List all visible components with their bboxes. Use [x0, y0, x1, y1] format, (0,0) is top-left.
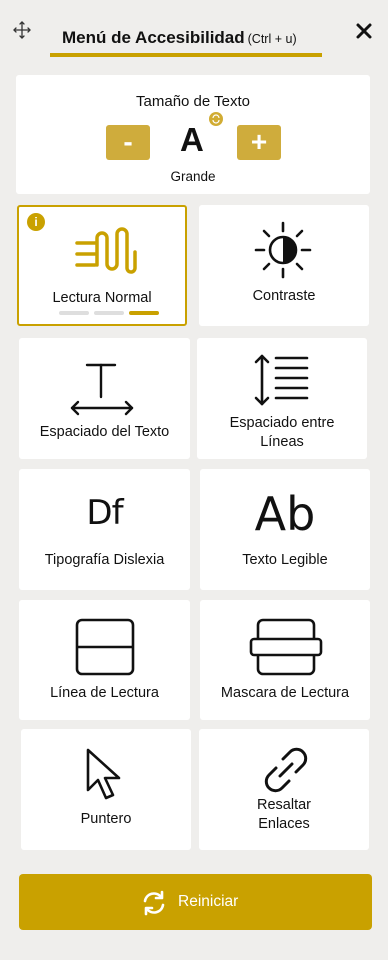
tile-contraste[interactable]: Contraste [199, 205, 369, 326]
line-height-icon [254, 354, 309, 406]
reset-label: Reiniciar [178, 893, 239, 910]
level-indicator-1 [59, 311, 89, 315]
tile-mascara-lectura[interactable]: Mascara de Lectura [200, 600, 370, 720]
title-underline [50, 53, 322, 57]
decrease-text-button[interactable]: - [106, 125, 150, 160]
increase-text-button[interactable]: + [237, 125, 281, 160]
text-size-value: Grande [170, 169, 216, 184]
tile-puntero[interactable]: Puntero [21, 729, 191, 850]
tile-label-line-2: Enlaces [258, 816, 310, 832]
info-icon[interactable]: i [27, 213, 45, 231]
link-icon [264, 747, 308, 793]
tile-espaciado-lineas[interactable]: Espaciado entre Líneas [197, 338, 367, 459]
close-icon[interactable] [354, 21, 374, 41]
text-size-letter: A [180, 121, 204, 158]
reset-button[interactable]: Reiniciar [19, 874, 372, 930]
tile-label: Contraste [252, 288, 316, 304]
tile-label: Línea de Lectura [50, 685, 159, 701]
reset-size-icon[interactable] [209, 112, 223, 126]
tile-linea-lectura[interactable]: Línea de Lectura [19, 600, 190, 720]
contrast-icon [254, 221, 312, 279]
reading-wave-icon [75, 227, 137, 274]
tile-espaciado-texto[interactable]: Espaciado del Texto [19, 338, 190, 459]
tile-tipografia-dislexia[interactable]: Df Tipografía Dislexia [19, 469, 190, 590]
tile-label-line-2: Líneas [260, 434, 304, 450]
level-indicator-3 [129, 311, 159, 315]
cursor-pointer-icon [86, 748, 121, 800]
dyslexia-font-icon: Df [86, 493, 123, 533]
reading-mask-icon [249, 618, 323, 676]
tile-resaltar-enlaces[interactable]: Resaltar Enlaces [199, 729, 369, 850]
text-size-card: Tamaño de Texto - A + Grande [16, 75, 370, 194]
tile-label-line-1: Espaciado entre [229, 415, 335, 431]
text-spacing-icon [70, 363, 134, 416]
menu-title: Menú de Accesibilidad (Ctrl + u) [62, 28, 297, 47]
refresh-icon [143, 890, 165, 916]
tile-label-line-1: Resaltar [257, 797, 311, 813]
legible-font-icon: Ab [254, 487, 316, 541]
shortcut-hint: (Ctrl + u) [247, 32, 297, 46]
reading-line-icon [75, 618, 135, 676]
tile-lectura-normal[interactable]: i Lectura Normal [17, 205, 187, 326]
move-arrows-icon[interactable] [12, 20, 32, 40]
tile-label: Espaciado del Texto [39, 424, 170, 440]
tile-label: Tipografía Dislexia [44, 552, 165, 568]
level-indicator-2 [94, 311, 124, 315]
tile-label: Lectura Normal [52, 290, 152, 306]
menu-header: Menú de Accesibilidad (Ctrl + u) [50, 26, 324, 58]
tile-label: Puntero [80, 811, 132, 827]
text-size-title: Tamaño de Texto [136, 93, 250, 110]
tile-label: Mascara de Lectura [220, 685, 350, 701]
tile-texto-legible[interactable]: Ab Texto Legible [200, 469, 370, 590]
tile-label: Texto Legible [242, 552, 328, 568]
